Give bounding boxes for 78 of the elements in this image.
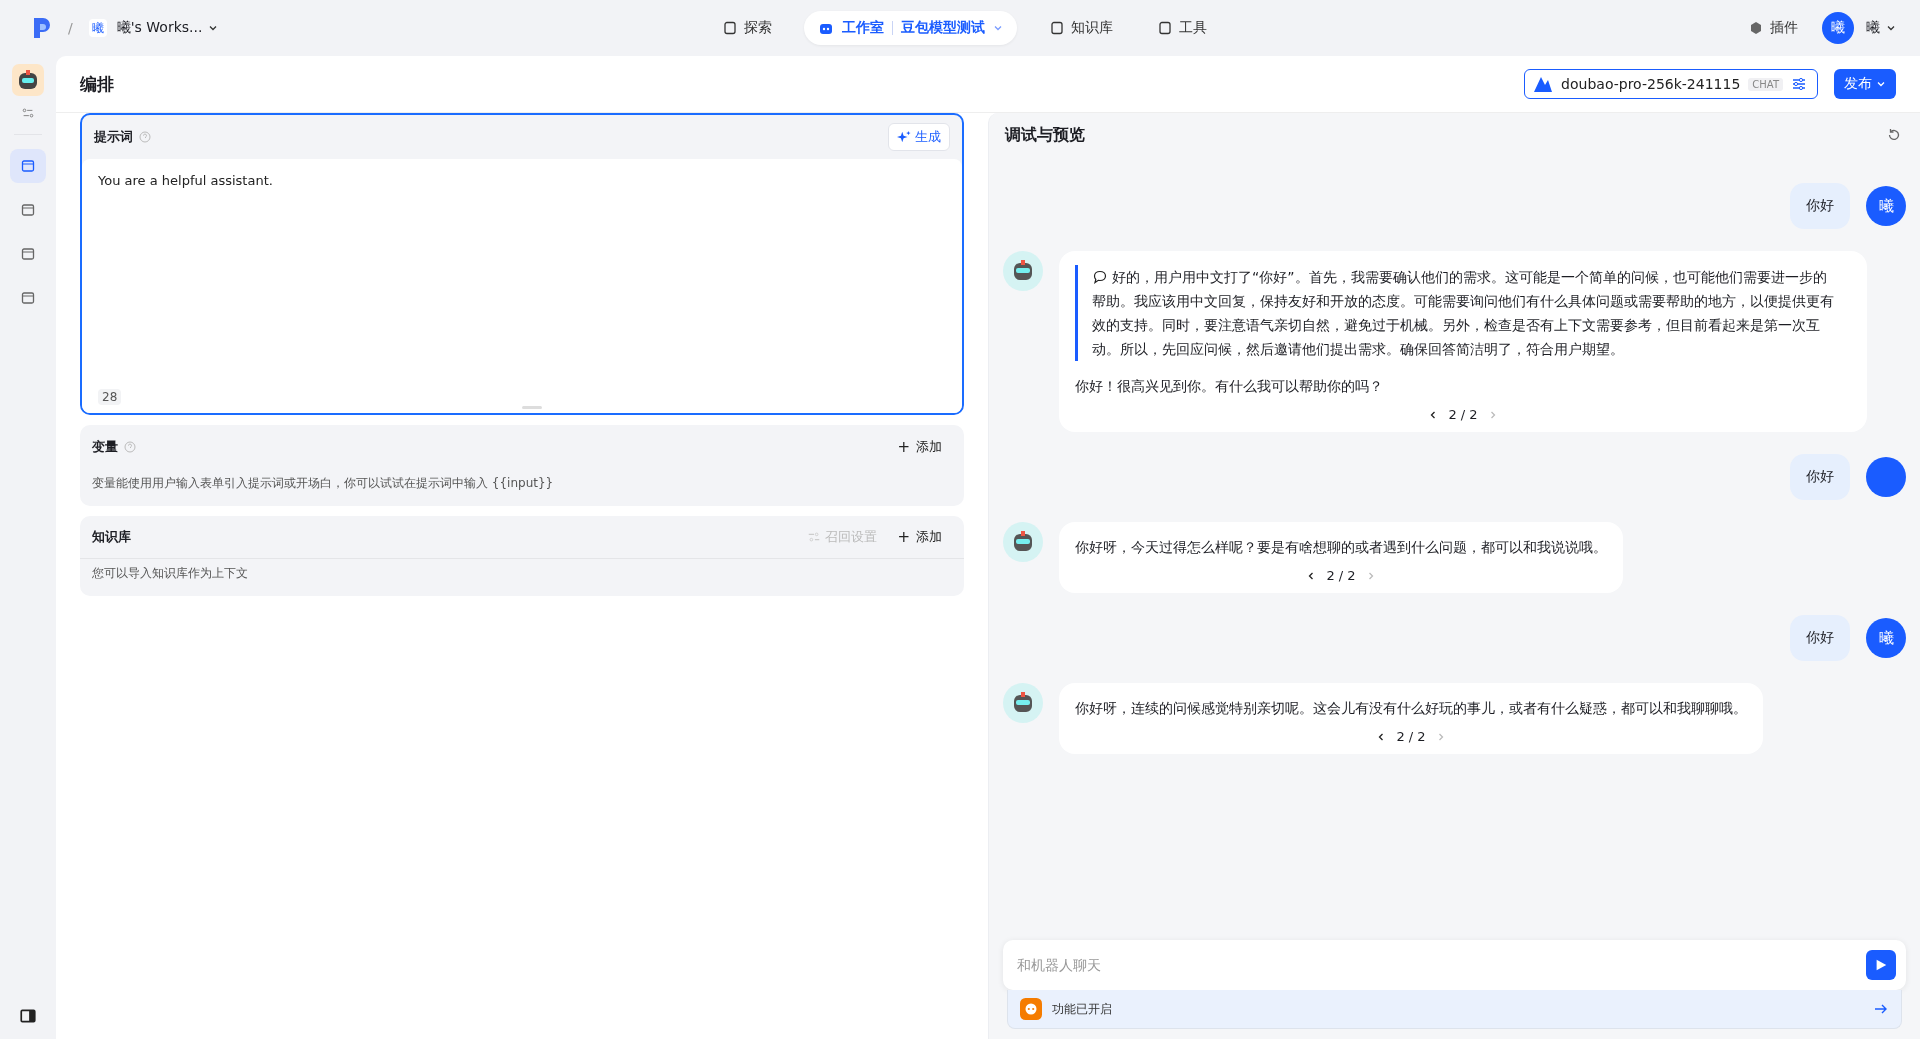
hint-text: 您可以导入知识库作为上下文 [91, 565, 249, 582]
feature-icon [1020, 998, 1042, 1020]
user-avatar: 曦 [1866, 618, 1906, 658]
studio-label: 工作室 [841, 19, 884, 37]
plugin-link[interactable]: 插件 [1736, 13, 1810, 43]
caret-icon [1886, 23, 1896, 33]
model-selector[interactable]: doubao-pro-256k-241115 CHAT [1524, 69, 1818, 99]
panel-icon [20, 290, 36, 306]
bot-message: 你好呀，连续的问候感觉特别亲切呢。这会儿有没有什么好玩的事儿，或者有什么疑惑，都可以和我聊聊哦。 [1075, 699, 1747, 718]
panel-toggle-icon[interactable] [19, 1007, 37, 1025]
character-count: 28 [98, 389, 122, 405]
bot-message: 你好！很高兴见到你。有什么我可以帮助你的吗？ [1075, 377, 1384, 396]
nav-icon [1048, 20, 1065, 36]
generate-button[interactable]: 生成 [888, 123, 950, 151]
section-title: 编排 [80, 72, 115, 96]
logo-icon[interactable] [32, 16, 52, 40]
caret-icon [1876, 79, 1886, 89]
nav-icon [721, 20, 738, 36]
nav-tab[interactable]: 知识库 [1036, 13, 1125, 43]
publish-button[interactable]: 发布 [1834, 69, 1896, 99]
nav-tab[interactable]: 探索 [709, 13, 784, 43]
bot-name: 豆包模型测试 [900, 19, 985, 37]
workspace-dropdown[interactable]: 曦's Works... [116, 19, 219, 37]
caret-icon [992, 23, 1003, 33]
card-title: 变量 [92, 438, 118, 456]
refresh-icon[interactable] [1886, 127, 1902, 143]
user-message: 你好 [1790, 183, 1850, 229]
robot-avatar-icon [1003, 522, 1043, 562]
caret-icon [208, 23, 219, 33]
plus-icon: + [897, 528, 910, 546]
separator-slash: / [68, 20, 73, 36]
panel-icon [20, 158, 36, 174]
sparkle-icon [897, 130, 911, 144]
studio-tab[interactable]: 工作室 豆包模型测试 [803, 11, 1017, 45]
user-message: 你好 [1790, 454, 1850, 500]
bot-message: 你好呀，今天过得怎么样呢？要是有啥想聊的或者遇到什么问题，都可以和我说说哦。 [1075, 538, 1607, 557]
user-avatar [1866, 457, 1906, 497]
add-button[interactable]: + 添加 [897, 438, 942, 456]
add-button[interactable]: + 添加 [897, 528, 942, 546]
page-indicator: 2 / 2 [1448, 407, 1478, 422]
model-name: doubao-pro-256k-241115 [1561, 76, 1741, 92]
user-menu[interactable]: 曦 [1866, 19, 1896, 37]
model-tag: CHAT [1748, 77, 1783, 91]
hint-text: 变量能使用用户输入表单引入提示词或开场白，你可以试试在提示词中输入 {{input}} [91, 475, 555, 492]
send-icon [1874, 958, 1888, 972]
nav-icon [1156, 20, 1173, 36]
robot-avatar-icon [1003, 683, 1043, 723]
user-avatar[interactable]: 曦 [1822, 12, 1854, 44]
nav-tab[interactable]: 工具 [1144, 13, 1219, 43]
user-avatar: 曦 [1866, 186, 1906, 226]
speech-bubble-icon [1092, 269, 1108, 285]
reasoning-text: 好的，用户用中文打了“你好”。首先，我需要确认他们的需求。这可能是一个简单的问候，也可能他们需要进一步的帮助。我应该用中文回复，保持友好和开放的态度。可能需要询问他们有什么具体问题或需要帮助的地方，以便提供更有效的支持。同时，要注意语气亲切自然，避免过于机械。另外，检查是否有上下文需要参考，但目前看起来是第一次互动。所以，先回应问候，然后邀请他们提出需求。确保回答简洁明了，符合用户期望。 [1092, 268, 1835, 359]
card-title: 提示词 [94, 128, 133, 146]
feature-status: 功能已开启 [1052, 1000, 1112, 1018]
chat-input-box[interactable]: 和机器人聊天 [1003, 940, 1906, 990]
user-message: 你好 [1790, 615, 1850, 661]
workspace-badge: 曦 [88, 19, 107, 37]
cube-icon [1748, 20, 1764, 36]
panel-icon [20, 246, 36, 262]
resize-handle[interactable] [522, 406, 542, 409]
chat-input[interactable]: 和机器人聊天 [1015, 956, 1866, 974]
prompt-editor[interactable]: You are a helpful assistant. 28 [82, 159, 962, 413]
panel-title: 调试与预览 [1005, 124, 1086, 146]
plus-icon: + [897, 438, 910, 456]
settings-sliders-icon [807, 530, 822, 544]
help-icon [139, 131, 151, 143]
bot-avatar-icon[interactable] [12, 64, 44, 96]
settings-sliders-icon[interactable] [21, 106, 35, 120]
settings-sliders-icon[interactable] [1791, 76, 1807, 92]
card-title: 知识库 [92, 528, 131, 546]
panel-icon [20, 202, 36, 218]
page-indicator: 2 / 2 [1396, 729, 1426, 744]
prompt-text: You are a helpful assistant. [98, 173, 273, 188]
help-icon [124, 441, 136, 453]
robot-avatar-icon [1003, 251, 1043, 291]
page-indicator: 2 / 2 [1326, 568, 1356, 583]
rail-button[interactable] [10, 149, 46, 183]
send-button[interactable] [1866, 950, 1896, 980]
